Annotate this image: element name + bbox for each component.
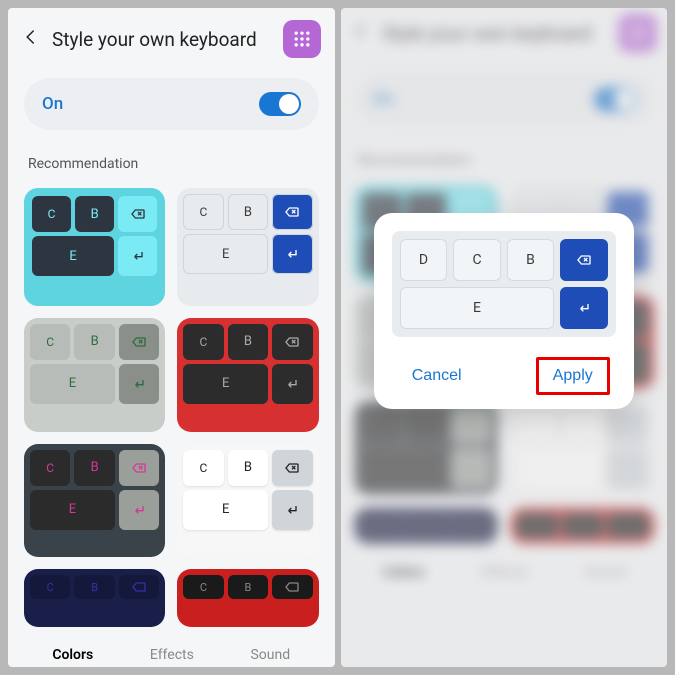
theme-gray[interactable]: C B E — [24, 318, 165, 432]
backspace-icon — [272, 450, 312, 486]
apply-button[interactable]: Apply — [551, 363, 595, 389]
tabs: Colors Effects Sound — [8, 633, 335, 667]
enter-icon — [272, 234, 312, 274]
key-c: C — [32, 196, 71, 232]
apply-theme-dialog: D C B E Cancel Apply — [374, 213, 634, 409]
key-c: C — [30, 450, 70, 486]
theme-pink[interactable]: C B E — [24, 444, 165, 558]
key-c: C — [183, 194, 223, 230]
backspace-icon — [272, 575, 312, 599]
backspace-icon — [560, 239, 608, 281]
toggle-switch-icon[interactable] — [259, 92, 301, 116]
key-c: C — [183, 324, 223, 360]
theme-cyan[interactable]: C B E — [24, 188, 165, 306]
enter-icon — [272, 364, 312, 404]
theme-white[interactable]: C B E — [177, 444, 318, 558]
grid-apps-icon[interactable] — [283, 20, 321, 58]
tab-sound[interactable]: Sound — [242, 643, 298, 667]
screenshot-left: Style your own keyboard On Recommendatio… — [8, 8, 335, 667]
key-b: B — [228, 575, 268, 599]
key-e: E — [400, 287, 555, 329]
theme-red-dark[interactable]: C B — [177, 569, 318, 627]
screenshot-right: Style your own keyboard On Recommendatio… — [341, 8, 668, 667]
key-c: C — [30, 324, 70, 360]
key-b: B — [74, 324, 114, 360]
theme-red[interactable]: C B E — [177, 318, 318, 432]
tab-effects[interactable]: Effects — [142, 643, 202, 667]
theme-grid: C B E C B E C B E C B E C — [8, 182, 335, 633]
enter-icon — [119, 364, 159, 404]
theme-navy[interactable]: C B — [24, 569, 165, 627]
apply-highlight: Apply — [536, 357, 610, 395]
backspace-icon — [272, 324, 312, 360]
key-e: E — [32, 236, 114, 276]
key-e: E — [183, 490, 268, 530]
theme-preview: D C B E — [392, 231, 616, 337]
key-d: D — [400, 239, 448, 281]
theme-blue[interactable]: C B E — [177, 188, 318, 306]
key-c: C — [30, 575, 70, 599]
key-e: E — [30, 490, 115, 530]
key-b: B — [228, 194, 268, 230]
backspace-icon — [272, 194, 312, 230]
key-b: B — [75, 196, 114, 232]
key-b: B — [228, 324, 268, 360]
key-b: B — [507, 239, 555, 281]
tab-colors[interactable]: Colors — [44, 643, 101, 667]
key-e: E — [30, 364, 115, 404]
page-title: Style your own keyboard — [52, 28, 271, 51]
back-icon[interactable] — [22, 28, 40, 50]
enter-icon — [119, 490, 159, 530]
toggle-label: On — [42, 94, 63, 114]
backspace-icon — [119, 575, 159, 599]
key-b: B — [74, 575, 114, 599]
enter-icon — [118, 236, 157, 276]
dialog-actions: Cancel Apply — [392, 355, 616, 395]
key-c: C — [183, 575, 223, 599]
backspace-icon — [118, 196, 157, 232]
key-e: E — [183, 234, 268, 274]
backspace-icon — [119, 450, 159, 486]
cancel-button[interactable]: Cancel — [398, 357, 476, 395]
header: Style your own keyboard — [8, 8, 335, 70]
backspace-icon — [119, 324, 159, 360]
key-c: C — [183, 450, 223, 486]
section-recommendation: Recommendation — [8, 138, 335, 182]
key-b: B — [74, 450, 114, 486]
key-b: B — [228, 450, 268, 486]
key-c: C — [453, 239, 501, 281]
style-toggle[interactable]: On — [24, 78, 319, 130]
enter-icon — [272, 490, 312, 530]
key-e: E — [183, 364, 268, 404]
enter-icon — [560, 287, 608, 329]
